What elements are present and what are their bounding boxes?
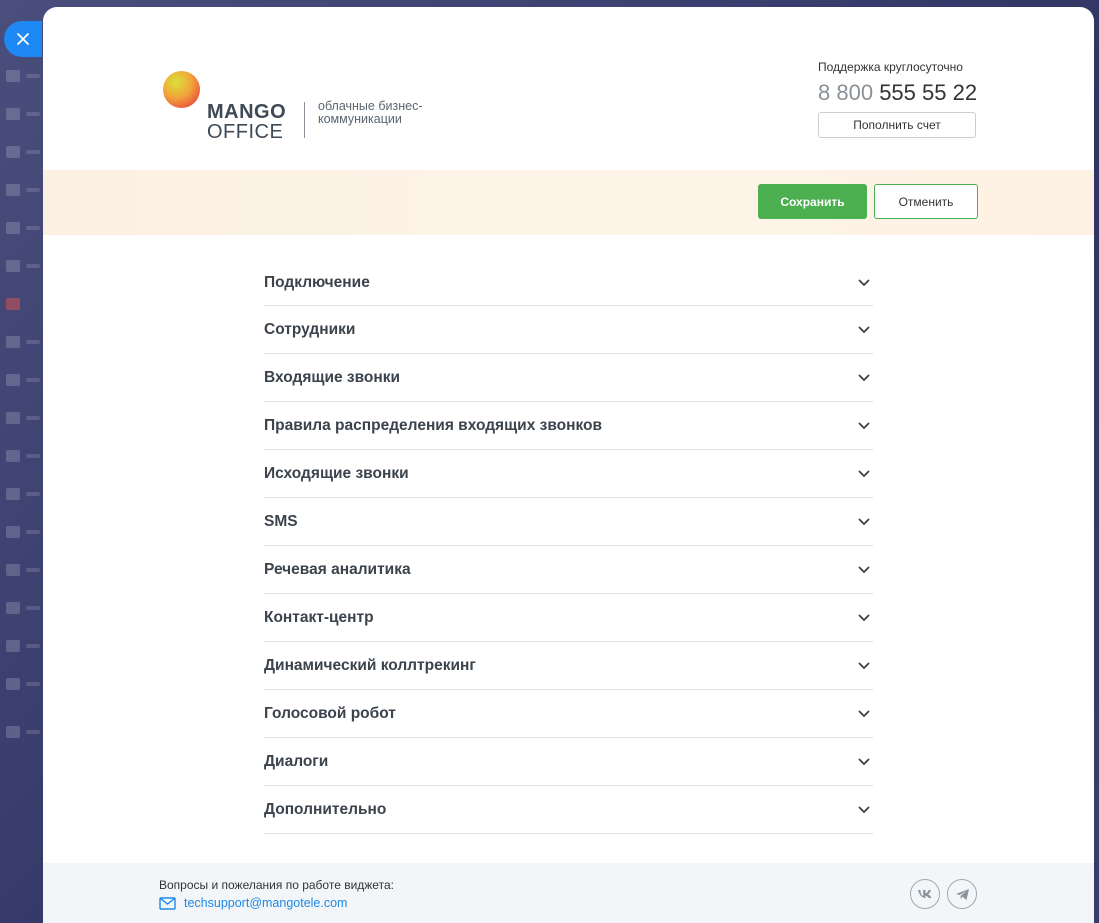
save-button[interactable]: Сохранить [758, 184, 867, 219]
topup-button[interactable]: Пополнить счет [818, 112, 976, 138]
accordion-item[interactable]: Динамический коллтрекинг [264, 643, 873, 690]
support-email-link[interactable]: techsupport@mangotele.com [184, 896, 347, 910]
accordion-item-label: Диалоги [264, 753, 329, 770]
background-sidebar [0, 0, 43, 923]
accordion-item[interactable]: Правила распределения входящих звонков [264, 403, 873, 450]
accordion-item[interactable]: Диалоги [264, 739, 873, 786]
action-bar: Сохранить Отменить [43, 170, 1094, 235]
accordion-item-label: Речевая аналитика [264, 561, 411, 578]
chevron-down-icon [857, 755, 871, 769]
accordion-item-label: Динамический коллтрекинг [264, 657, 476, 674]
chevron-down-icon [857, 515, 871, 529]
accordion-item-label: Правила распределения входящих звонков [264, 417, 603, 434]
accordion-item[interactable]: Речевая аналитика [264, 547, 873, 594]
accordion-item[interactable]: Входящие звонки [264, 355, 873, 402]
phone-number: 555 55 22 [879, 80, 978, 105]
chevron-down-icon [857, 323, 871, 337]
mail-icon [159, 896, 176, 910]
close-button[interactable] [4, 21, 42, 57]
accordion-item[interactable]: Исходящие звонки [264, 451, 873, 498]
cancel-button[interactable]: Отменить [874, 184, 978, 219]
vk-icon[interactable] [910, 879, 940, 909]
chevron-down-icon [857, 659, 871, 673]
logo-tagline: облачные бизнес-коммуникации [318, 99, 423, 126]
settings-modal: MANGO OFFICE облачные бизнес-коммуникаци… [43, 7, 1094, 923]
accordion-item[interactable]: Подключение [264, 260, 873, 306]
accordion-item[interactable]: Сотрудники [264, 307, 873, 354]
accordion-item-label: Голосовой робот [264, 705, 396, 722]
footer-mail: techsupport@mangotele.com [159, 896, 347, 910]
support-block: Поддержка круглосуточно 8 800 555 55 22 … [818, 60, 978, 138]
accordion-item-label: Дополнительно [264, 801, 387, 818]
logo-circle-icon [163, 71, 200, 108]
modal-header: MANGO OFFICE облачные бизнес-коммуникаци… [43, 7, 1094, 170]
close-icon [17, 33, 29, 45]
chevron-down-icon [857, 371, 871, 385]
accordion-item-label: Контакт-центр [264, 609, 374, 626]
accordion-item[interactable]: SMS [264, 499, 873, 546]
support-label: Поддержка круглосуточно [818, 60, 963, 74]
chevron-down-icon [857, 707, 871, 721]
accordion-item-label: Сотрудники [264, 321, 356, 338]
logo-office-text: OFFICE [207, 121, 284, 143]
modal-footer: Вопросы и пожелания по работе виджета: t… [43, 863, 1094, 923]
accordion-item-label: SMS [264, 513, 298, 530]
chevron-down-icon [857, 563, 871, 577]
chevron-down-icon [857, 803, 871, 817]
settings-accordion: Подключение Сотрудники Входящие звонки Прав… [264, 260, 873, 835]
chevron-down-icon [857, 419, 871, 433]
telegram-icon[interactable] [947, 879, 977, 909]
accordion-item-label: Исходящие звонки [264, 465, 409, 482]
chevron-down-icon [857, 276, 871, 290]
chevron-down-icon [857, 467, 871, 481]
accordion-item[interactable]: Дополнительно [264, 787, 873, 834]
logo-divider [304, 102, 305, 138]
support-phone[interactable]: 8 800 555 55 22 [818, 80, 978, 106]
accordion-item-label: Входящие звонки [264, 369, 401, 386]
accordion-item[interactable]: Контакт-центр [264, 595, 873, 642]
footer-text: Вопросы и пожелания по работе виджета: [159, 878, 394, 892]
accordion-item[interactable]: Голосовой робот [264, 691, 873, 738]
accordion-item-label: Подключение [264, 273, 370, 291]
chevron-down-icon [857, 611, 871, 625]
phone-prefix: 8 800 [818, 80, 874, 105]
